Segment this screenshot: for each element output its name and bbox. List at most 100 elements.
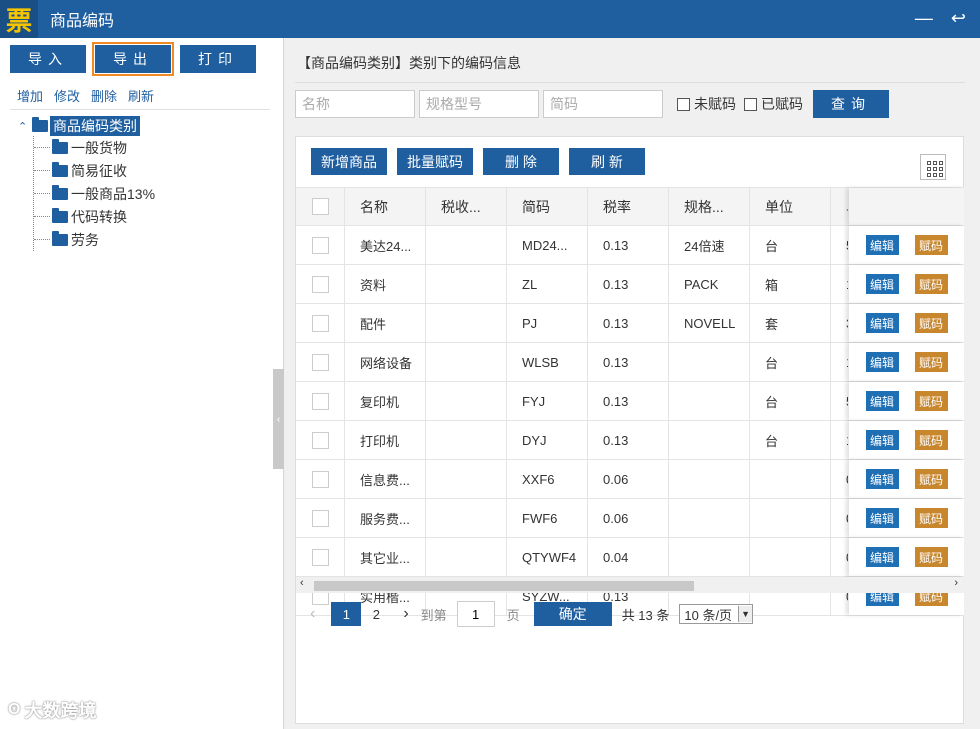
edit-button[interactable]: 编辑 <box>865 235 899 255</box>
table-cell-tax <box>426 382 507 420</box>
table-row[interactable]: 美达24... MD24...0.1324倍速台5 编辑 赋码 <box>296 226 964 265</box>
tree-item-label[interactable]: 一般商品13% <box>71 184 155 204</box>
edit-button[interactable]: 编辑 <box>865 274 899 294</box>
refresh-category-link[interactable]: 刷新 <box>128 86 154 105</box>
tree-item[interactable]: 一般商品13% <box>34 182 155 205</box>
tree-item[interactable]: 一般货物 <box>34 136 155 159</box>
column-header[interactable]: 税收... <box>426 188 507 225</box>
assign-code-button[interactable]: 赋码 <box>914 352 948 372</box>
dropdown-arrow-icon[interactable]: ▼ <box>738 606 753 622</box>
assign-code-button[interactable]: 赋码 <box>914 313 948 333</box>
edit-button[interactable]: 编辑 <box>865 469 899 489</box>
assign-code-button[interactable]: 赋码 <box>914 235 948 255</box>
add-category-link[interactable]: 增加 <box>17 86 43 105</box>
edit-button[interactable]: 编辑 <box>865 430 899 450</box>
collapse-icon[interactable]: ⌃ <box>18 120 32 133</box>
assign-code-button[interactable]: 赋码 <box>914 391 948 411</box>
table-row[interactable]: 打印机 DYJ0.13 台1 编辑 赋码 <box>296 421 964 460</box>
scroll-left-icon[interactable]: ‹ <box>300 577 304 589</box>
goto-page-input[interactable] <box>456 601 495 627</box>
goto-confirm-button[interactable]: 确定 <box>533 602 612 626</box>
add-product-button[interactable]: 新增商品 <box>311 148 387 175</box>
assign-code-button[interactable]: 赋码 <box>914 274 948 294</box>
assign-code-button[interactable]: 赋码 <box>914 430 948 450</box>
row-checkbox[interactable] <box>311 470 329 488</box>
next-page-icon[interactable]: › <box>403 605 408 623</box>
batch-assign-button[interactable]: 批量赋码 <box>397 148 473 175</box>
delete-category-link[interactable]: 删除 <box>91 86 117 105</box>
column-header[interactable]: 单 <box>831 188 848 225</box>
page-1-button[interactable]: 1 <box>331 602 362 626</box>
refresh-button[interactable]: 刷 新 <box>569 148 645 175</box>
pagination: ‹ 1 2 › 到第 页 确定 共 13 条 10 条/页 ▼ <box>310 601 754 627</box>
delete-button[interactable]: 删 除 <box>483 148 559 175</box>
row-checkbox[interactable] <box>311 236 329 254</box>
table-cell-unit: 套 <box>750 304 831 342</box>
scroll-right-icon[interactable]: › <box>954 577 958 589</box>
row-actions: 编辑 赋码 <box>849 265 964 303</box>
edit-button[interactable]: 编辑 <box>865 352 899 372</box>
tree-item-label[interactable]: 代码转换 <box>71 207 127 227</box>
panel-splitter-handle[interactable]: ‹ <box>273 369 284 469</box>
row-checkbox[interactable] <box>311 548 329 566</box>
table-row[interactable]: 服务费... FWF60.06 0 编辑 赋码 <box>296 499 964 538</box>
query-button[interactable]: 查询 <box>813 90 889 118</box>
scrollbar-thumb[interactable] <box>314 581 694 591</box>
checkbox-box[interactable] <box>677 97 690 111</box>
column-header[interactable]: 简码 <box>507 188 588 225</box>
tree-item-label[interactable]: 劳务 <box>71 230 99 250</box>
row-checkbox[interactable] <box>311 275 329 293</box>
name-input[interactable] <box>295 90 415 118</box>
table-cell-unit: 台 <box>750 343 831 381</box>
spec-input[interactable] <box>419 90 539 118</box>
page-size-select[interactable]: 10 条/页 ▼ <box>679 604 754 624</box>
column-settings-icon[interactable] <box>920 154 946 180</box>
row-checkbox[interactable] <box>311 392 329 410</box>
column-header[interactable]: 名称 <box>345 188 426 225</box>
tree-root[interactable]: ⌃ 商品编码类别 <box>18 116 155 136</box>
tree-item[interactable]: 简易征收 <box>34 159 155 182</box>
import-button[interactable]: 导入 <box>10 45 86 73</box>
edit-button[interactable]: 编辑 <box>865 508 899 528</box>
tree-item[interactable]: 劳务 <box>34 228 155 251</box>
assign-code-button[interactable]: 赋码 <box>914 469 948 489</box>
table-row[interactable]: 复印机 FYJ0.13 台5 编辑 赋码 <box>296 382 964 421</box>
assigned-checkbox[interactable]: 已赋码 <box>744 94 803 114</box>
table-row[interactable]: 其它业... QTYWF40.04 0 编辑 赋码 <box>296 538 964 577</box>
checkbox-box[interactable] <box>744 97 757 111</box>
table-row[interactable]: 配件 PJ0.13NOVELL套3 编辑 赋码 <box>296 304 964 343</box>
column-header[interactable]: 税率 <box>588 188 669 225</box>
column-header[interactable]: 单位 <box>750 188 831 225</box>
row-checkbox[interactable] <box>311 353 329 371</box>
print-button[interactable]: 打印 <box>180 45 256 73</box>
export-button[interactable]: 导出 <box>92 42 174 76</box>
table-row[interactable]: 网络设备 WLSB0.13 台1 编辑 赋码 <box>296 343 964 382</box>
row-checkbox[interactable] <box>311 314 329 332</box>
table-row[interactable]: 资料 ZL0.13PACK箱1 编辑 赋码 <box>296 265 964 304</box>
edit-button[interactable]: 编辑 <box>865 547 899 567</box>
row-checkbox[interactable] <box>311 431 329 449</box>
folder-icon <box>52 230 68 246</box>
tree-item-label[interactable]: 简易征收 <box>71 161 127 181</box>
column-header[interactable]: 规格... <box>669 188 750 225</box>
minimize-icon[interactable]: — <box>915 8 933 29</box>
back-icon[interactable]: ↩ <box>951 8 966 29</box>
tree-item[interactable]: 代码转换 <box>34 205 155 228</box>
unassigned-checkbox[interactable]: 未赋码 <box>677 94 736 114</box>
page-2-button[interactable]: 2 <box>361 602 391 626</box>
table-cell-spec <box>669 460 750 498</box>
horizontal-scrollbar[interactable]: ‹ › <box>296 577 964 593</box>
assign-code-button[interactable]: 赋码 <box>914 547 948 567</box>
ops-header <box>849 188 964 225</box>
edit-category-link[interactable]: 修改 <box>54 86 80 105</box>
tree-root-label[interactable]: 商品编码类别 <box>50 116 140 136</box>
row-checkbox[interactable] <box>311 509 329 527</box>
select-all-checkbox[interactable] <box>311 198 329 215</box>
prev-page-icon[interactable]: ‹ <box>310 605 315 623</box>
assign-code-button[interactable]: 赋码 <box>914 508 948 528</box>
edit-button[interactable]: 编辑 <box>865 391 899 411</box>
edit-button[interactable]: 编辑 <box>865 313 899 333</box>
table-row[interactable]: 信息费... XXF60.06 0 编辑 赋码 <box>296 460 964 499</box>
tree-item-label[interactable]: 一般货物 <box>71 138 127 158</box>
short-code-input[interactable] <box>543 90 663 118</box>
